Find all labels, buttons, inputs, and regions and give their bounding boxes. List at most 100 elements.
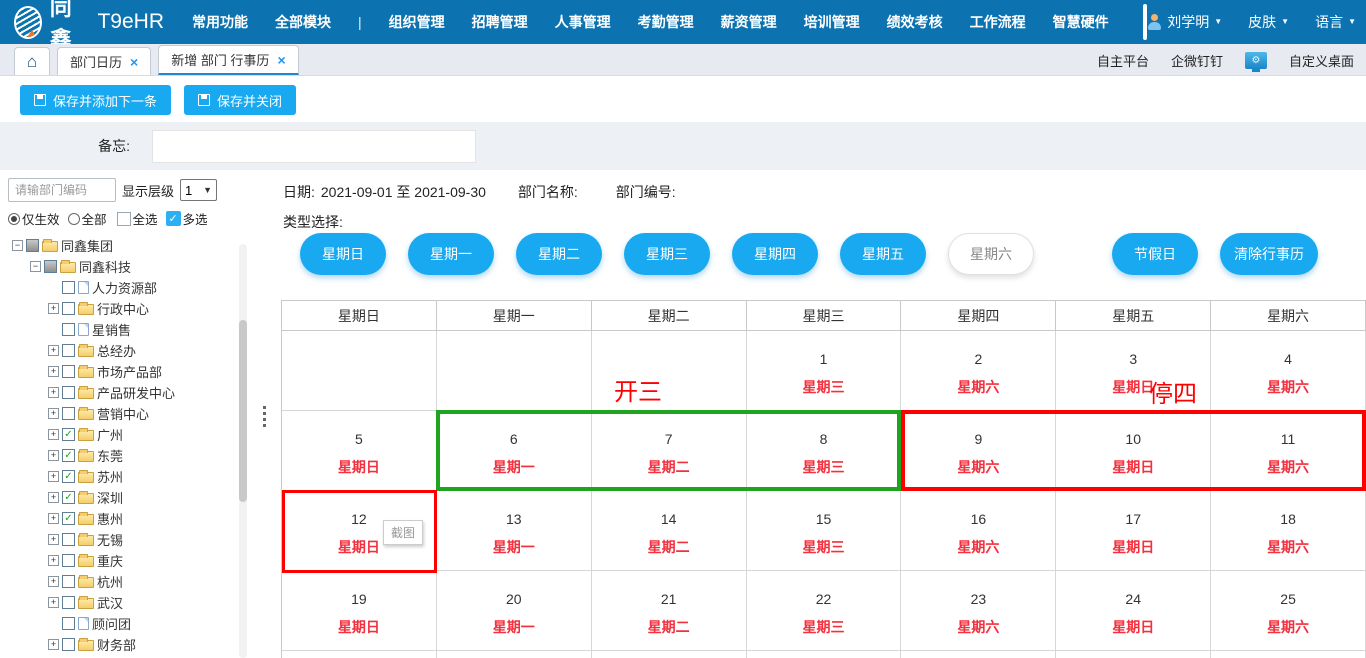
tree-checkbox[interactable]: [62, 386, 75, 399]
calendar-cell[interactable]: 23星期六: [901, 571, 1056, 651]
tree-checkbox[interactable]: [62, 407, 75, 420]
calendar-cell[interactable]: [437, 651, 592, 658]
pill-button-星期四[interactable]: 星期四: [732, 233, 818, 275]
tree-expand-toggle[interactable]: +: [48, 555, 59, 566]
calendar-cell[interactable]: 25星期六: [1211, 571, 1366, 651]
calendar-cell[interactable]: 18星期六: [1211, 491, 1366, 571]
tree-expand-toggle[interactable]: +: [48, 303, 59, 314]
tree-expand-toggle[interactable]: +: [48, 429, 59, 440]
tree-item-惠州[interactable]: +✓惠州: [8, 508, 252, 529]
tree-checkbox[interactable]: [62, 344, 75, 357]
sidebar-scrollbar-thumb[interactable]: [239, 320, 247, 502]
radio-all[interactable]: [68, 213, 80, 225]
tree-item-杭州[interactable]: +杭州: [8, 571, 252, 592]
tree-item-营销中心[interactable]: +营销中心: [8, 403, 252, 424]
menu-item-personnel[interactable]: 人事管理: [555, 12, 611, 32]
calendar-cell[interactable]: 19星期日: [282, 571, 437, 651]
pill-button-星期日[interactable]: 星期日: [300, 233, 386, 275]
calendar-cell[interactable]: [901, 651, 1056, 658]
calendar-cell[interactable]: 13星期一: [437, 491, 592, 571]
close-icon[interactable]: ×: [277, 52, 285, 68]
calendar-cell[interactable]: 11星期六: [1211, 411, 1366, 491]
memo-input[interactable]: [152, 130, 476, 163]
tree-checkbox[interactable]: [62, 365, 75, 378]
pill-button-星期五[interactable]: 星期五: [840, 233, 926, 275]
pill-button-星期一[interactable]: 星期一: [408, 233, 494, 275]
display-level-select[interactable]: 1 ▼: [180, 179, 217, 201]
calendar-cell[interactable]: 21星期二: [592, 571, 747, 651]
language-menu[interactable]: 语言 ▼: [1315, 12, 1356, 32]
tree-checkbox[interactable]: [62, 554, 75, 567]
calendar-cell[interactable]: [1211, 651, 1366, 658]
tree-expand-toggle[interactable]: +: [48, 408, 59, 419]
tree-expand-toggle[interactable]: +: [48, 597, 59, 608]
pill-button-节假日[interactable]: 节假日: [1112, 233, 1198, 275]
menu-item-training[interactable]: 培训管理: [804, 12, 860, 32]
tree-item-产品研发中心[interactable]: +产品研发中心: [8, 382, 252, 403]
menu-item-all-modules[interactable]: 全部模块: [275, 12, 331, 32]
calendar-cell[interactable]: 15星期三: [747, 491, 902, 571]
tree-item-人力资源部[interactable]: 人力资源部: [8, 277, 252, 298]
tree-expand-toggle[interactable]: +: [48, 471, 59, 482]
link-custom-desktop[interactable]: 自定义桌面: [1289, 51, 1354, 70]
pill-button-星期二[interactable]: 星期二: [516, 233, 602, 275]
tree-item-东莞[interactable]: +✓东莞: [8, 445, 252, 466]
desktop-monitor-icon[interactable]: ⚙: [1245, 52, 1267, 69]
tree-item-市场产品部[interactable]: +市场产品部: [8, 361, 252, 382]
menu-item-organization[interactable]: 组织管理: [389, 12, 445, 32]
tree-checkbox[interactable]: ✓: [62, 491, 75, 504]
tree-item-顾问团[interactable]: 顾问团: [8, 613, 252, 634]
calendar-cell[interactable]: [282, 651, 437, 658]
pill-button-清除行事历[interactable]: 清除行事历: [1220, 233, 1318, 275]
calendar-cell[interactable]: [592, 331, 747, 411]
tab-new-department-schedule[interactable]: 新增 部门 行事历 ×: [158, 45, 298, 75]
tree-expand-toggle[interactable]: +: [48, 387, 59, 398]
tree-item-星销售[interactable]: 星销售: [8, 319, 252, 340]
calendar-cell[interactable]: 17星期日: [1056, 491, 1211, 571]
menu-item-recruiting[interactable]: 招聘管理: [472, 12, 528, 32]
tree-item-行政中心[interactable]: +行政中心: [8, 298, 252, 319]
calendar-cell[interactable]: 9星期六: [901, 411, 1056, 491]
calendar-cell[interactable]: 14星期二: [592, 491, 747, 571]
calendar-cell[interactable]: 7星期二: [592, 411, 747, 491]
link-wecom-dingtalk[interactable]: 企微钉钉: [1171, 51, 1223, 70]
calendar-cell[interactable]: 16星期六: [901, 491, 1056, 571]
tree-checkbox[interactable]: [62, 302, 75, 315]
tree-item-苏州[interactable]: +✓苏州: [8, 466, 252, 487]
tree-expand-toggle[interactable]: +: [48, 366, 59, 377]
tree-expand-toggle[interactable]: +: [48, 345, 59, 356]
tree-checkbox[interactable]: ✓: [62, 470, 75, 483]
menu-item-performance[interactable]: 绩效考核: [887, 12, 943, 32]
calendar-cell[interactable]: [592, 651, 747, 658]
department-code-search-input[interactable]: [8, 178, 116, 202]
calendar-cell[interactable]: 3星期日: [1056, 331, 1211, 411]
save-and-close-button[interactable]: 保存并关闭: [184, 85, 296, 115]
save-and-add-next-button[interactable]: 保存并添加下一条: [20, 85, 171, 115]
calendar-cell[interactable]: 20星期一: [437, 571, 592, 651]
tree-item-武汉[interactable]: +武汉: [8, 592, 252, 613]
tree-expand-toggle[interactable]: −: [12, 240, 23, 251]
tree-expand-toggle[interactable]: −: [30, 261, 41, 272]
pill-button-星期六[interactable]: 星期六: [948, 233, 1034, 275]
tree-checkbox[interactable]: ✓: [62, 428, 75, 441]
skin-menu[interactable]: 皮肤 ▼: [1248, 12, 1289, 32]
menu-item-attendance[interactable]: 考勤管理: [638, 12, 694, 32]
tree-item-财务部[interactable]: +财务部: [8, 634, 252, 655]
tree-expand-toggle[interactable]: +: [48, 534, 59, 545]
tree-item-无锡[interactable]: +无锡: [8, 529, 252, 550]
calendar-cell[interactable]: [747, 651, 902, 658]
tree-item-同鑫集团[interactable]: −同鑫集团: [8, 235, 252, 256]
tree-checkbox[interactable]: [62, 575, 75, 588]
tree-expand-toggle[interactable]: +: [48, 450, 59, 461]
calendar-cell[interactable]: 4星期六: [1211, 331, 1366, 411]
pill-button-星期三[interactable]: 星期三: [624, 233, 710, 275]
tree-checkbox[interactable]: [62, 281, 75, 294]
calendar-cell[interactable]: [1056, 651, 1211, 658]
tree-item-广州[interactable]: +✓广州: [8, 424, 252, 445]
tree-checkbox[interactable]: [62, 617, 75, 630]
tree-checkbox[interactable]: [44, 260, 57, 273]
calendar-cell[interactable]: 6星期一: [437, 411, 592, 491]
tree-checkbox[interactable]: ✓: [62, 449, 75, 462]
close-icon[interactable]: ×: [130, 54, 138, 70]
calendar-cell[interactable]: 2星期六: [901, 331, 1056, 411]
